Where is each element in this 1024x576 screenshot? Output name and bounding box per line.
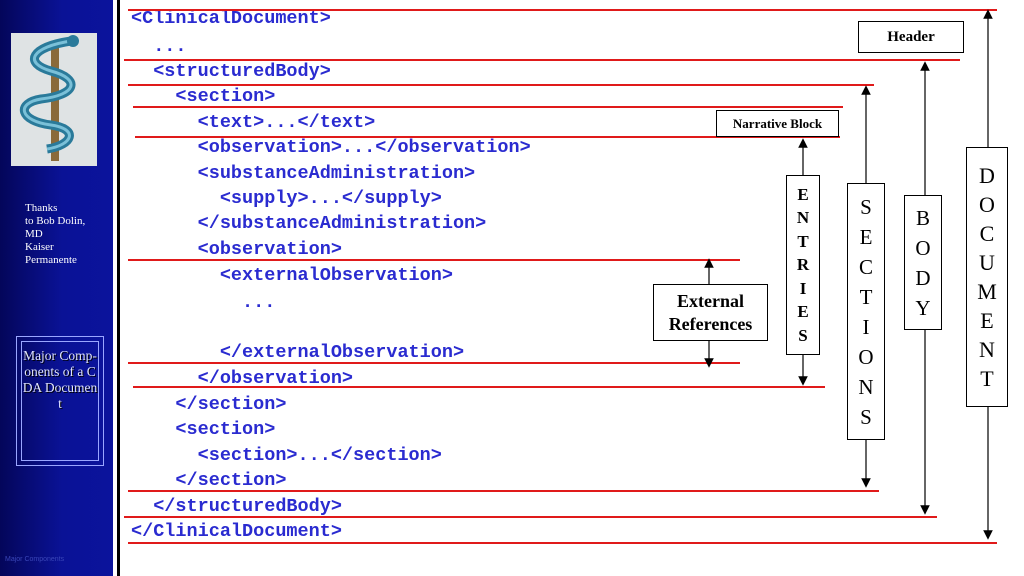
- narrative-block-label: Narrative Block: [716, 110, 839, 137]
- sections-letter: S: [860, 404, 872, 429]
- document-letter: D: [979, 163, 995, 188]
- sections-letter: I: [862, 314, 870, 339]
- entries-letter: T: [797, 231, 809, 251]
- entries-letter: I: [799, 278, 807, 298]
- entries-label: ENTRIES: [786, 175, 820, 355]
- sections-letter: C: [858, 254, 873, 279]
- document-letter: T: [980, 366, 994, 391]
- document-letter: M: [977, 279, 997, 304]
- body-letter: B: [915, 205, 930, 230]
- document-letter: E: [980, 308, 994, 333]
- sections-letter: T: [859, 284, 873, 309]
- header-label: Header: [858, 21, 964, 53]
- sections-letter: N: [858, 374, 874, 399]
- document-label: DOCUMENT: [966, 147, 1008, 407]
- document-letter: O: [979, 192, 995, 217]
- entries-letter: N: [796, 208, 810, 228]
- external-references-label: External References: [653, 284, 768, 341]
- entries-letter: E: [797, 184, 809, 204]
- body-letter: O: [915, 235, 931, 260]
- document-letter: C: [979, 221, 995, 246]
- entries-letter: E: [797, 302, 809, 322]
- sections-letter: O: [858, 344, 874, 369]
- document-letter: N: [979, 337, 995, 362]
- document-letter: U: [979, 250, 995, 275]
- sections-letter: E: [859, 224, 873, 249]
- body-letter: Y: [915, 295, 931, 320]
- body-letter: D: [915, 265, 931, 290]
- body-label: BODY: [904, 195, 942, 330]
- entries-letter: S: [798, 325, 808, 345]
- entries-letter: R: [796, 255, 810, 275]
- sections-letter: S: [860, 194, 872, 219]
- sections-label: SECTIONS: [847, 183, 885, 440]
